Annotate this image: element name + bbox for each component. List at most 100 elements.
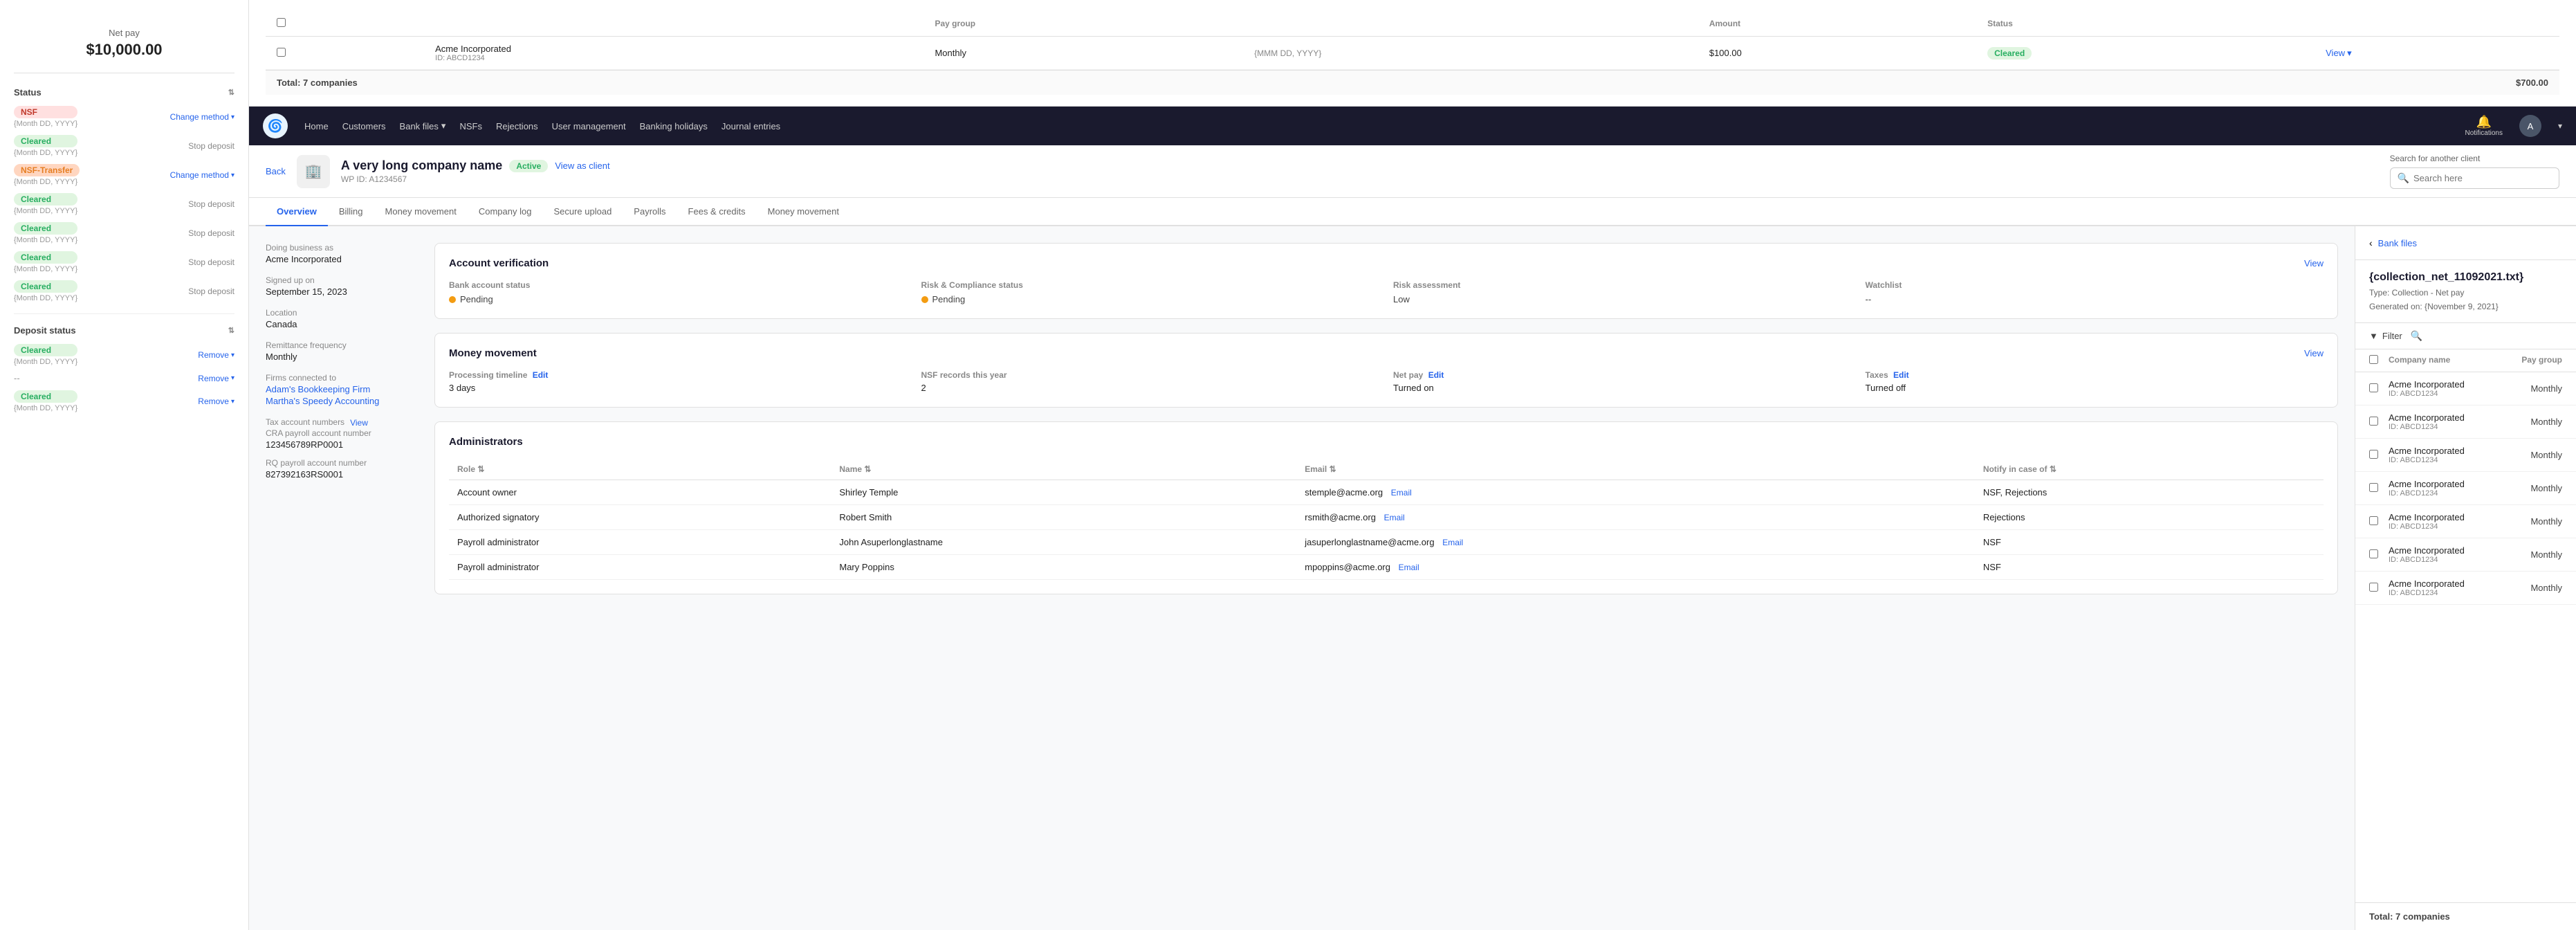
risk-assessment-col-label: Risk assessment [1393, 280, 1852, 290]
nav-banking-holidays[interactable]: Banking holidays [640, 121, 708, 131]
nav-rejections[interactable]: Rejections [496, 121, 538, 131]
remove-link-2[interactable]: Remove ▾ [198, 374, 234, 383]
location-label: Location [266, 308, 418, 318]
firm-1-link[interactable]: Adam's Bookkeeping Firm [266, 384, 418, 394]
stop-deposit-link[interactable]: Stop deposit [188, 199, 234, 209]
tab-fees-credits[interactable]: Fees & credits [677, 198, 757, 226]
bf-company-name: Acme Incorporated [2389, 578, 2493, 589]
bf-row-checkbox[interactable] [2369, 450, 2378, 459]
filter-button[interactable]: ▼ Filter [2369, 331, 2402, 341]
tab-company-log[interactable]: Company log [468, 198, 543, 226]
view-as-client-link[interactable]: View as client [555, 161, 609, 171]
bf-row-checkbox[interactable] [2369, 383, 2378, 392]
bell-icon: 🔔 [2476, 115, 2492, 129]
select-all-checkbox[interactable] [277, 18, 286, 27]
admin-row: Payroll administrator John Asuperlonglas… [449, 530, 2324, 555]
bf-title-area: {collection_net_11092021.txt} Type: Coll… [2355, 260, 2576, 323]
firm-2-link[interactable]: Martha's Speedy Accounting [266, 396, 418, 406]
bf-row-checkbox[interactable] [2369, 583, 2378, 592]
deposit-status-row: Cleared {Month DD, YYYY} Remove ▾ [14, 390, 234, 412]
row-checkbox[interactable] [277, 48, 286, 57]
client-info: A very long company name Active View as … [341, 158, 610, 184]
nav-home[interactable]: Home [304, 121, 329, 131]
nav-journal-entries[interactable]: Journal entries [721, 121, 780, 131]
mm-title: Money movement [449, 347, 537, 359]
nsf-transfer-badge: NSF-Transfer [14, 164, 80, 176]
tabs-bar: Overview Billing Money movement Company … [249, 198, 2576, 226]
bf-row-checkbox[interactable] [2369, 483, 2378, 492]
tab-billing[interactable]: Billing [328, 198, 374, 226]
bf-company-id: ID: ABCD1234 [2389, 390, 2493, 398]
table-footer: Total: 7 companies $700.00 [266, 70, 2559, 95]
tax-view-link[interactable]: View [350, 418, 368, 428]
email-link[interactable]: Email [1391, 488, 1412, 498]
nav-customers[interactable]: Customers [342, 121, 386, 131]
taxes-edit-link[interactable]: Edit [1893, 370, 1909, 380]
bf-back-link[interactable]: Bank files [2378, 238, 2417, 248]
bf-row-checkbox[interactable] [2369, 516, 2378, 525]
stop-deposit-link[interactable]: Stop deposit [188, 257, 234, 267]
status-row: Cleared {Month DD, YYYY} Stop deposit [14, 193, 234, 215]
tab-payrolls[interactable]: Payrolls [623, 198, 677, 226]
app-logo: 🌀 [263, 113, 288, 138]
net-pay-label: Net pay [14, 28, 234, 38]
nav-nsfs[interactable]: NSFs [459, 121, 482, 131]
remove-link[interactable]: Remove ▾ [198, 350, 234, 360]
user-avatar[interactable]: A [2519, 115, 2541, 137]
email-link[interactable]: Email [1442, 538, 1463, 547]
nav-bank-files[interactable]: Bank files ▾ [400, 120, 446, 131]
admin-row: Account owner Shirley Temple stemple@acm… [449, 480, 2324, 505]
tab-money-movement-2[interactable]: Money movement [757, 198, 850, 226]
tab-money-movement[interactable]: Money movement [374, 198, 468, 226]
admin-email: jasuperlonglastname@acme.org [1305, 537, 1434, 547]
bf-paygroup: Monthly [2493, 450, 2562, 460]
bf-paygroup: Monthly [2493, 516, 2562, 527]
net-pay-col: Net pay Edit Turned on [1393, 370, 1852, 393]
deposit-status-section: Deposit status ⇅ Cleared {Month DD, YYYY… [14, 325, 234, 412]
list-item: Acme Incorporated ID: ABCD1234 Monthly [2355, 505, 2576, 538]
pending-dot [449, 296, 456, 303]
admin-card-header: Administrators [449, 436, 2324, 448]
bf-row-checkbox[interactable] [2369, 549, 2378, 558]
stop-deposit-link[interactable]: Stop deposit [188, 141, 234, 151]
back-button[interactable]: Back [266, 166, 286, 176]
bf-select-all[interactable] [2369, 355, 2378, 364]
stop-deposit-link[interactable]: Stop deposit [188, 228, 234, 238]
view-button[interactable]: View ▾ [2326, 48, 2548, 59]
admin-notify: NSF [1975, 530, 2324, 555]
col-empty [1243, 11, 1698, 37]
av-view-link[interactable]: View [2304, 258, 2324, 268]
signed-up-row: Signed up on September 15, 2023 [266, 275, 418, 297]
bf-company-name: Acme Incorporated [2389, 545, 2493, 556]
email-link[interactable]: Email [1384, 513, 1405, 522]
mm-view-link[interactable]: View [2304, 348, 2324, 358]
pt-edit-link[interactable]: Edit [533, 370, 549, 380]
remove-link-3[interactable]: Remove ▾ [198, 396, 234, 406]
np-edit-link[interactable]: Edit [1428, 370, 1444, 380]
notifications-button[interactable]: 🔔 Notifications [2465, 115, 2503, 137]
deposit-sort-icon[interactable]: ⇅ [228, 326, 234, 335]
status-sort-icon[interactable]: ⇅ [228, 88, 234, 97]
search-client-label: Search for another client [2390, 154, 2559, 163]
bf-row-checkbox[interactable] [2369, 417, 2378, 426]
tab-overview[interactable]: Overview [266, 198, 328, 226]
divider [14, 313, 234, 314]
nav-user-management[interactable]: User management [552, 121, 626, 131]
stop-deposit-link[interactable]: Stop deposit [188, 286, 234, 296]
tab-secure-upload[interactable]: Secure upload [542, 198, 623, 226]
list-item: Acme Incorporated ID: ABCD1234 Monthly [2355, 572, 2576, 605]
email-link[interactable]: Email [1399, 563, 1419, 572]
search-input-wrap: 🔍 [2390, 167, 2559, 189]
change-method-link-2[interactable]: Change method ▾ [170, 170, 234, 180]
content-main: Doing business as Acme Incorporated Sign… [249, 226, 2355, 930]
status-row: Cleared {Month DD, YYYY} Stop deposit [14, 135, 234, 157]
tax-account-row: Tax account numbers View CRA payroll acc… [266, 417, 418, 480]
col-notify: Notify in case of ⇅ [1975, 459, 2324, 480]
change-method-link[interactable]: Change method ▾ [170, 112, 234, 122]
admin-role: Payroll administrator [449, 530, 831, 555]
deposit-date: {Month DD, YYYY} [14, 404, 77, 412]
search-input[interactable] [2413, 173, 2552, 183]
col-check [266, 11, 424, 37]
search-icon[interactable]: 🔍 [2411, 330, 2422, 342]
remittance-value: Monthly [266, 352, 418, 362]
